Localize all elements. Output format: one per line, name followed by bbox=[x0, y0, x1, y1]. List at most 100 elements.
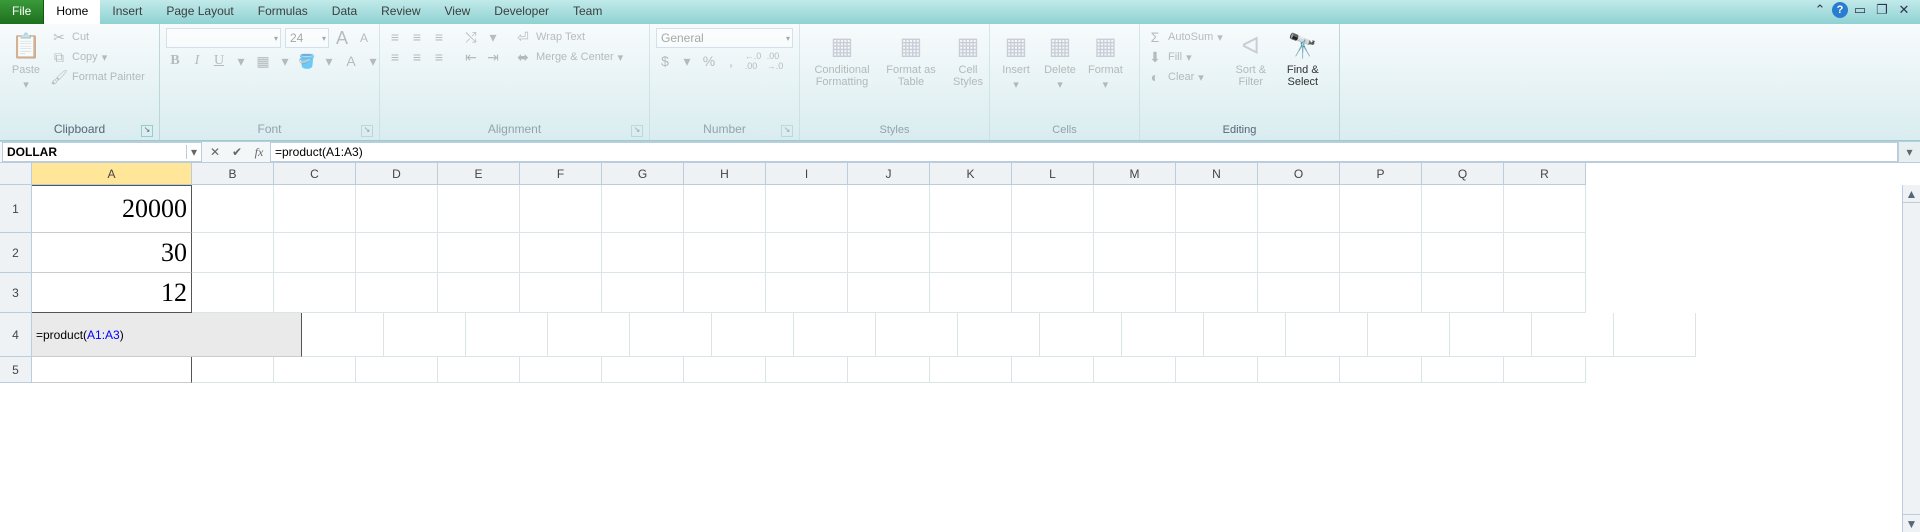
column-header-H[interactable]: H bbox=[684, 163, 766, 185]
cell-J1[interactable] bbox=[848, 185, 930, 233]
column-header-I[interactable]: I bbox=[766, 163, 848, 185]
row-header-4[interactable]: 4 bbox=[0, 313, 32, 357]
percent-button[interactable]: % bbox=[700, 52, 718, 70]
tab-formulas[interactable]: Formulas bbox=[246, 0, 320, 24]
cell-Q1[interactable] bbox=[1422, 185, 1504, 233]
cell-C1[interactable] bbox=[274, 185, 356, 233]
comma-button[interactable]: , bbox=[722, 52, 740, 70]
cell-H3[interactable] bbox=[684, 273, 766, 313]
cell-G4[interactable] bbox=[712, 313, 794, 357]
find-select-button[interactable]: 🔭Find & Select bbox=[1279, 28, 1327, 90]
cell-N2[interactable] bbox=[1176, 233, 1258, 273]
format-painter-button[interactable]: 🖌Format Painter bbox=[50, 68, 145, 86]
select-all-corner[interactable] bbox=[0, 163, 32, 185]
cell-M3[interactable] bbox=[1094, 273, 1176, 313]
tab-page-layout[interactable]: Page Layout bbox=[154, 0, 245, 24]
font-name-combo[interactable]: ▾ bbox=[166, 28, 281, 48]
format-as-table-button[interactable]: ▦Format as Table bbox=[882, 28, 940, 90]
name-box-dropdown-icon[interactable]: ▾ bbox=[186, 145, 197, 159]
merge-center-button[interactable]: ⬌Merge & Center▾ bbox=[514, 48, 623, 66]
cell-C3[interactable] bbox=[274, 273, 356, 313]
cell-L1[interactable] bbox=[1012, 185, 1094, 233]
cell-D1[interactable] bbox=[356, 185, 438, 233]
cell-B1[interactable] bbox=[192, 185, 274, 233]
number-format-combo[interactable]: General▾ bbox=[656, 28, 793, 48]
cell-E3[interactable] bbox=[438, 273, 520, 313]
decrease-decimal-button[interactable]: .00→.0 bbox=[766, 52, 784, 70]
conditional-formatting-button[interactable]: ▦Conditional Formatting bbox=[806, 28, 878, 90]
delete-cells-button[interactable]: ▦Delete▾ bbox=[1040, 28, 1080, 93]
window-restore-icon[interactable]: ❐ bbox=[1872, 2, 1892, 18]
cell-I3[interactable] bbox=[766, 273, 848, 313]
cell-D4[interactable] bbox=[466, 313, 548, 357]
cell-E1[interactable] bbox=[438, 185, 520, 233]
vertical-scrollbar[interactable]: ▲ ▼ bbox=[1902, 185, 1920, 532]
cell-O2[interactable] bbox=[1258, 233, 1340, 273]
currency-button[interactable]: $ bbox=[656, 52, 674, 70]
cell-L3[interactable] bbox=[1012, 273, 1094, 313]
cell-R5[interactable] bbox=[1504, 357, 1586, 383]
column-header-P[interactable]: P bbox=[1340, 163, 1422, 185]
align-top-button[interactable]: ≡ bbox=[386, 28, 404, 46]
cell-P3[interactable] bbox=[1340, 273, 1422, 313]
wrap-text-button[interactable]: ⏎Wrap Text bbox=[514, 28, 623, 46]
grow-font-button[interactable]: A bbox=[333, 29, 351, 47]
cell-B4[interactable] bbox=[302, 313, 384, 357]
cell-F1[interactable] bbox=[520, 185, 602, 233]
column-header-F[interactable]: F bbox=[520, 163, 602, 185]
cell-A1[interactable]: 20000 bbox=[32, 185, 192, 233]
cell-J3[interactable] bbox=[848, 273, 930, 313]
align-left-button[interactable]: ≡ bbox=[386, 48, 404, 66]
column-header-C[interactable]: C bbox=[274, 163, 356, 185]
cell-K4[interactable] bbox=[1040, 313, 1122, 357]
cell-D5[interactable] bbox=[356, 357, 438, 383]
font-color-button[interactable]: A bbox=[342, 52, 360, 70]
cell-C4[interactable] bbox=[384, 313, 466, 357]
cell-D3[interactable] bbox=[356, 273, 438, 313]
cell-E2[interactable] bbox=[438, 233, 520, 273]
align-middle-button[interactable]: ≡ bbox=[408, 28, 426, 46]
cell-E4[interactable] bbox=[548, 313, 630, 357]
cell-J4[interactable] bbox=[958, 313, 1040, 357]
orientation-button[interactable]: ⤭ bbox=[462, 28, 480, 46]
cancel-formula-button[interactable]: ✕ bbox=[204, 145, 226, 159]
cell-L2[interactable] bbox=[1012, 233, 1094, 273]
italic-button[interactable]: I bbox=[188, 52, 206, 70]
cell-M4[interactable] bbox=[1204, 313, 1286, 357]
cell-R4[interactable] bbox=[1614, 313, 1696, 357]
column-header-L[interactable]: L bbox=[1012, 163, 1094, 185]
cell-L5[interactable] bbox=[1012, 357, 1094, 383]
fx-icon[interactable]: fx bbox=[248, 145, 270, 160]
cell-N5[interactable] bbox=[1176, 357, 1258, 383]
cell-Q4[interactable] bbox=[1532, 313, 1614, 357]
cell-G1[interactable] bbox=[602, 185, 684, 233]
cell-G3[interactable] bbox=[602, 273, 684, 313]
cell-B3[interactable] bbox=[192, 273, 274, 313]
align-center-button[interactable]: ≡ bbox=[408, 48, 426, 66]
orientation-dropdown-icon[interactable]: ▾ bbox=[484, 28, 502, 46]
cell-F4[interactable] bbox=[630, 313, 712, 357]
cell-F5[interactable] bbox=[520, 357, 602, 383]
autosum-button[interactable]: ΣAutoSum▾ bbox=[1146, 28, 1223, 46]
fill-color-button[interactable]: 🪣 bbox=[298, 52, 316, 70]
decrease-indent-button[interactable]: ⇤ bbox=[462, 48, 480, 66]
accept-formula-button[interactable]: ✔ bbox=[226, 145, 248, 159]
cell-Q2[interactable] bbox=[1422, 233, 1504, 273]
column-header-B[interactable]: B bbox=[192, 163, 274, 185]
column-header-K[interactable]: K bbox=[930, 163, 1012, 185]
shrink-font-button[interactable]: A bbox=[355, 29, 373, 47]
row-header-5[interactable]: 5 bbox=[0, 357, 32, 383]
cell-B5[interactable] bbox=[192, 357, 274, 383]
tab-file[interactable]: File bbox=[0, 0, 44, 24]
formula-bar-expand[interactable]: ▾ bbox=[1898, 142, 1920, 162]
row-header-2[interactable]: 2 bbox=[0, 233, 32, 273]
window-close-icon[interactable]: ✕ bbox=[1894, 2, 1914, 18]
cell-B2[interactable] bbox=[192, 233, 274, 273]
cell-C2[interactable] bbox=[274, 233, 356, 273]
cut-button[interactable]: ✂Cut bbox=[50, 28, 145, 46]
cell-R3[interactable] bbox=[1504, 273, 1586, 313]
font-launcher[interactable]: ↘ bbox=[361, 125, 373, 137]
font-size-combo[interactable]: 24▾ bbox=[285, 28, 329, 48]
cell-P1[interactable] bbox=[1340, 185, 1422, 233]
cell-styles-button[interactable]: ▦Cell Styles bbox=[944, 28, 992, 90]
